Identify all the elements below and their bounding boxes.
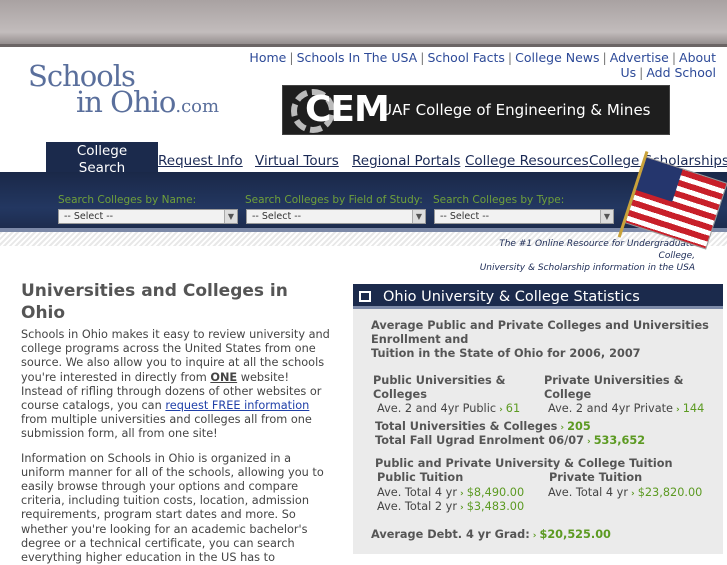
- average-debt: Average Debt. 4 yr Grad: › $20,525.00: [371, 528, 611, 541]
- ad-banner[interactable]: CEM UAF College of Engineering & Mines: [282, 85, 670, 135]
- public-2yr: Ave. Total 2 yr › $3,483.00: [377, 500, 525, 513]
- chevron-down-icon: ▼: [224, 210, 237, 223]
- link-schools-usa[interactable]: Schools In The USA: [297, 50, 418, 65]
- tab-college-search[interactable]: College Search: [46, 142, 158, 176]
- total-count: Total Universities & Colleges › 205: [375, 420, 591, 433]
- link-college-news[interactable]: College News: [515, 50, 599, 65]
- chevron-down-icon: ▼: [412, 210, 425, 223]
- tuition-heading: Public and Private University & College …: [375, 457, 673, 470]
- top-nav-links: Home | Schools In The USA | School Facts | Col…: [249, 50, 716, 80]
- tagline: The #1 Online Resource for Undergraduate…: [479, 239, 695, 273]
- private-label-2: College: [544, 388, 592, 401]
- search-name-label: Search Colleges by Name:: [58, 194, 197, 206]
- stats-intro-2: Enrollment and: [371, 333, 469, 346]
- search-field-label: Search Colleges by Field of Study:: [245, 194, 423, 206]
- stats-intro-1: Average Public and Private Colleges and …: [371, 319, 709, 332]
- private-tuition-label: Private Tuition: [549, 471, 643, 484]
- banner-brand: CEM: [305, 89, 390, 130]
- tab-virtual-tours[interactable]: Virtual Tours: [255, 153, 339, 169]
- top-bar: [0, 0, 727, 46]
- tab-regional-portals[interactable]: Regional Portals: [352, 153, 460, 169]
- enrolment-count: Total Fall Ugrad Enrolment 06/07 › 533,652: [375, 434, 646, 447]
- public-label-2: Colleges: [373, 388, 427, 401]
- site-logo[interactable]: Schools in Ohio.com: [28, 62, 220, 120]
- search-type-label: Search Colleges by Type:: [433, 194, 565, 206]
- main-content: Universities and Colleges in Ohio School…: [21, 280, 333, 565]
- stats-intro-3: Tuition in the State of Ohio for 2006, 2…: [371, 347, 641, 360]
- intro-paragraph: Schools in Ohio makes it easy to review …: [21, 328, 330, 441]
- public-tuition-label: Public Tuition: [377, 471, 464, 484]
- public-count: Ave. 2 and 4yr Public › 61: [377, 402, 521, 415]
- top-divider: [0, 44, 727, 47]
- link-add-school[interactable]: Add School: [646, 65, 716, 80]
- main-tabs: College Search Request Info Virtual Tour…: [0, 142, 727, 176]
- banner-text: UAF College of Engineering & Mines: [381, 101, 651, 119]
- stats-header: Ohio University & College Statistics: [353, 284, 723, 309]
- private-count: Ave. 2 and 4yr Private › 144: [548, 402, 705, 415]
- link-advertise[interactable]: Advertise: [610, 50, 669, 65]
- logo-line-2: in Ohio.com: [76, 85, 220, 119]
- info-paragraph: Information on Schools in Ohio is organi…: [21, 451, 324, 565]
- private-4yr: Ave. Total 4 yr › $23,820.00: [548, 486, 703, 499]
- tab-college-resources[interactable]: College Resources: [465, 153, 589, 169]
- chevron-down-icon: ▼: [600, 210, 613, 223]
- document-icon: [359, 291, 371, 302]
- public-label: Public Universities &: [373, 374, 506, 387]
- search-name-select[interactable]: -- Select -- ▼: [58, 209, 238, 224]
- request-info-link[interactable]: request FREE information: [165, 399, 309, 412]
- private-label: Private Universities &: [544, 374, 684, 387]
- link-home[interactable]: Home: [249, 50, 286, 65]
- page-title: Universities and Colleges in Ohio: [21, 281, 288, 323]
- search-field-select[interactable]: -- Select -- ▼: [246, 209, 426, 224]
- search-type-select[interactable]: -- Select -- ▼: [434, 209, 614, 224]
- tab-request-info[interactable]: Request Info: [158, 153, 243, 169]
- link-school-facts[interactable]: School Facts: [427, 50, 504, 65]
- stats-panel: Ohio University & College Statistics Ave…: [353, 284, 723, 554]
- public-4yr: Ave. Total 4 yr › $8,490.00: [377, 486, 525, 499]
